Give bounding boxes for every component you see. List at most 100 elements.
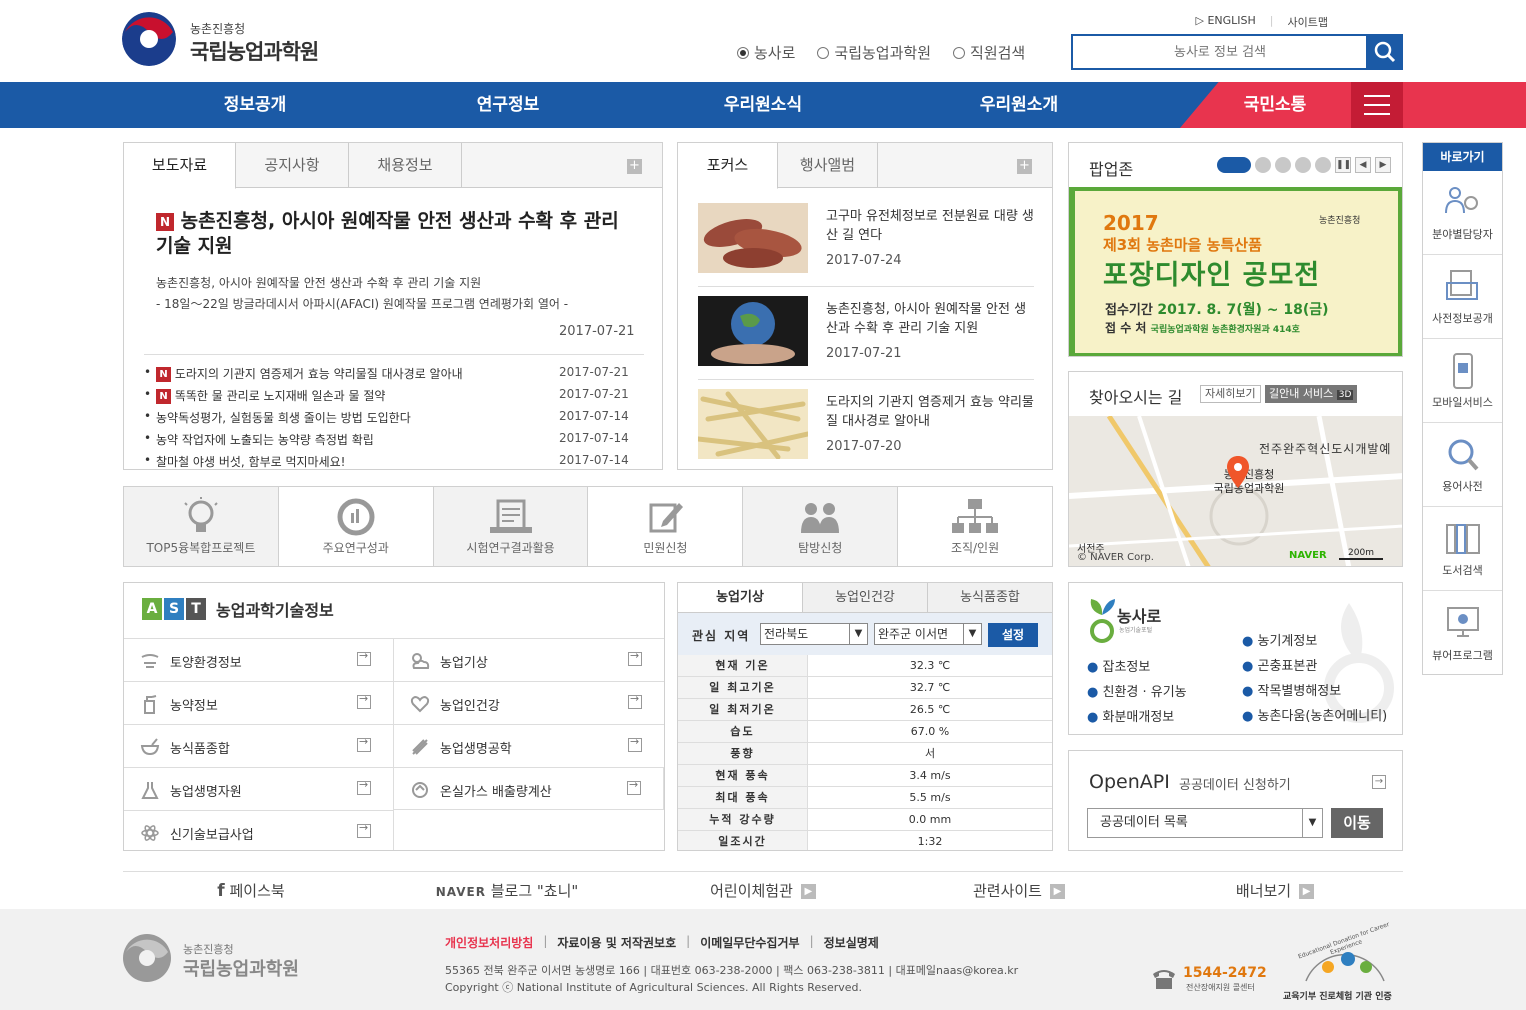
pager-dot[interactable] (1315, 157, 1331, 173)
town-select[interactable]: 완주군 이서면 ▼ (874, 623, 982, 645)
shortcut-viewer[interactable]: 뷰어프로그램 (1423, 591, 1502, 675)
nav-research[interactable]: 연구정보 (443, 82, 573, 128)
facebook-link[interactable]: f 페이스북 (123, 872, 379, 909)
nongsaro-link[interactable]: ● 농촌다움(농촌어메니티) (1242, 704, 1387, 729)
nongsaro-link[interactable]: ● 작목별병해정보 (1242, 679, 1387, 704)
shortcut-staff[interactable]: 분야별담당자 (1423, 171, 1502, 255)
nongsaro-link[interactable]: ● 친환경 · 유기농 (1087, 680, 1187, 705)
pager-dot[interactable] (1217, 157, 1251, 173)
pager-dot[interactable] (1275, 157, 1291, 173)
ast-bioresource[interactable]: 농업생명자원 (124, 767, 394, 810)
popup-banner[interactable]: 2017 제3회 농촌마을 농특산품 포장디자인 공모전 접수기간 2017. … (1069, 187, 1402, 356)
quick-civil-request[interactable]: 민원신청 (588, 487, 744, 566)
chevron-down-icon: ▼ (1302, 809, 1322, 837)
pager-dot[interactable] (1295, 157, 1311, 173)
related-sites-link[interactable]: 관련사이트 ▶ (891, 872, 1147, 909)
list-item[interactable]: N 똑똑한 물 관리로 노지재배 일손과 물 절약 2017-07-21 (144, 387, 634, 409)
quick-top5[interactable]: TOP5융복합프로젝트 (124, 487, 279, 566)
prev-icon[interactable]: ◀ (1355, 157, 1371, 173)
nongsaro-link[interactable]: ● 곤충표본관 (1242, 654, 1387, 679)
sitemap-link[interactable]: 사이트맵 (1288, 14, 1328, 30)
row-label: 습도 (678, 721, 808, 742)
province-select[interactable]: 전라북도 ▼ (760, 623, 868, 645)
list-item-title: 똑똑한 물 관리로 노지재배 일손과 물 절약 (174, 389, 386, 403)
ast-pesticide[interactable]: 농약정보 (124, 681, 394, 724)
nongsaro-link[interactable]: ● 농기계정보 (1242, 629, 1387, 654)
scope-radio-nongsaro[interactable]: 농사로 (737, 42, 795, 63)
copyright-link[interactable]: 자료이용 및 저작권보호 (557, 934, 676, 951)
tab-notice[interactable]: 공지사항 (236, 143, 349, 188)
tab-album[interactable]: 행사앨범 (778, 143, 878, 188)
ast-soil[interactable]: 토양환경정보 (124, 638, 394, 681)
quick-visit-request[interactable]: 탐방신청 (743, 487, 899, 566)
tab-weather[interactable]: 농업기상 (678, 583, 803, 612)
nav-news[interactable]: 우리원소식 (698, 82, 828, 128)
list-item[interactable]: 농약 작업자에 노출되는 농약량 측정법 확립 2017-07-14 (144, 431, 634, 453)
ast-food[interactable]: 농식품종합 (124, 724, 394, 767)
ast-health[interactable]: 농업인건강 (394, 681, 664, 724)
scope-radio-staff[interactable]: 직원검색 (953, 42, 1025, 63)
search-scope: 농사로 국립농업과학원 직원검색 (737, 42, 1025, 63)
nav-info-open[interactable]: 정보공개 (190, 82, 320, 128)
search-button[interactable] (1366, 34, 1403, 70)
focus-item[interactable]: 농촌진흥청, 아시아 원예작물 안전 생산과 수확 후 관리 기술 지원 201… (698, 296, 1034, 368)
blog-link[interactable]: NAVER 블로그 "쵸니" (379, 872, 635, 909)
list-item[interactable]: 농약독성평가, 실험동물 희생 줄이는 방법 도입한다 2017-07-14 (144, 409, 634, 431)
go-button[interactable]: 이동 (1331, 808, 1383, 838)
headline-summary: 농촌진흥청, 아시아 원예작물 안전 생산과 수확 후 관리 기술 지원 - 1… (156, 276, 569, 311)
tab-press[interactable]: 보도자료 (124, 143, 236, 189)
openapi-request-link[interactable]: 공공데이터 신청하기 (1179, 774, 1291, 793)
focus-item[interactable]: 고구마 유전체정보로 전분원료 대량 생산 길 연다 2017-07-24 (698, 203, 1034, 275)
pager-dot[interactable] (1255, 157, 1271, 173)
link-arrow-icon[interactable]: → (1372, 775, 1386, 789)
ast-weather[interactable]: 농업기상 (394, 638, 664, 681)
realname-link[interactable]: 정보실명제 (824, 934, 879, 951)
list-item[interactable]: 찰마철 야생 버섯, 함부로 먹지마세요! 2017-07-14 (144, 453, 634, 469)
next-icon[interactable]: ▶ (1375, 157, 1391, 173)
english-link[interactable]: ▷ ENGLISH (1196, 14, 1256, 30)
nongsaro-link[interactable]: ● 화분매개정보 (1087, 705, 1187, 730)
email-refuse-link[interactable]: 이메일무단수집거부 (700, 934, 799, 951)
ast-new-tech[interactable]: 신기술보급사업 (124, 810, 394, 850)
nongsaro-logo[interactable]: 농사로 농업기술포털 (1087, 595, 1167, 651)
search-box (1071, 34, 1367, 70)
kids-link[interactable]: 어린이체험관 ▶ (635, 872, 891, 909)
menu-icon[interactable] (1351, 82, 1403, 128)
banners-link[interactable]: 배너보기 ▶ (1147, 872, 1403, 909)
headline[interactable]: N 농촌진흥청, 아시아 원예작물 안전 생산과 수확 후 관리 기술 지원 (156, 209, 636, 259)
focus-item[interactable]: 도라지의 기관지 염증제거 효능 약리물질 대사경로 알아내 2017-07-2… (698, 389, 1034, 461)
more-icon[interactable]: + (627, 159, 642, 174)
set-region-button[interactable]: 설정 (988, 623, 1038, 647)
tab-focus[interactable]: 포커스 (678, 143, 778, 189)
footer-address: 55365 전북 완주군 이서면 농생명로 166 | 대표번호 063-238… (445, 964, 1019, 977)
list-item[interactable]: N 도라지의 기관지 염증제거 효능 약리물질 대사경로 알아내 2017-07-… (144, 365, 634, 387)
nav-communication[interactable]: 국민소통 (1210, 82, 1340, 128)
site-logo[interactable]: 농촌진흥청 국립농업과학원 (122, 12, 322, 68)
cloud-sun-icon (412, 653, 430, 669)
divider: | (1269, 14, 1274, 27)
tab-health[interactable]: 농업인건강 (803, 583, 928, 612)
public-data-select[interactable]: 공공데이터 목록 ▼ (1087, 808, 1323, 838)
nongsaro-link[interactable]: ● 잡초정보 (1087, 655, 1187, 680)
shortcut-pre-info[interactable]: 사전정보공개 (1423, 255, 1502, 339)
scope-radio-naas[interactable]: 국립농업과학원 (817, 42, 931, 63)
map-title: 찾아오시는 길 (1089, 388, 1183, 407)
shortcut-dictionary[interactable]: 용어사전 (1423, 423, 1502, 507)
privacy-link[interactable]: 개인정보처리방침 (445, 934, 533, 951)
pause-icon[interactable]: ❚❚ (1335, 157, 1351, 173)
quick-research-results[interactable]: 주요연구성과 (279, 487, 434, 566)
map-detail-button[interactable]: 자세히보기 (1200, 385, 1261, 403)
nav-about[interactable]: 우리원소개 (954, 82, 1084, 128)
map-image[interactable]: 전주완주혁신도시개발예 농촌진흥청 국립농업과학원 서전주 © NAVER Cor… (1069, 416, 1402, 566)
tab-food[interactable]: 농식품종합 (928, 583, 1052, 612)
ast-ghg[interactable]: 온실가스 배출량계산 (394, 767, 664, 810)
ast-biotech[interactable]: 농업생명공학 (394, 724, 664, 767)
quick-organization[interactable]: 조직/인원 (898, 487, 1052, 566)
shortcut-mobile[interactable]: 모바일서비스 (1423, 339, 1502, 423)
quick-test-results[interactable]: 시험연구결과활용 (433, 487, 589, 566)
more-icon[interactable]: + (1017, 159, 1032, 174)
tab-recruit[interactable]: 채용정보 (349, 143, 462, 188)
route-guide-button[interactable]: 길안내 서비스 3D (1265, 385, 1358, 403)
search-input[interactable] (1073, 36, 1367, 68)
shortcut-library[interactable]: 도서검색 (1423, 507, 1502, 591)
